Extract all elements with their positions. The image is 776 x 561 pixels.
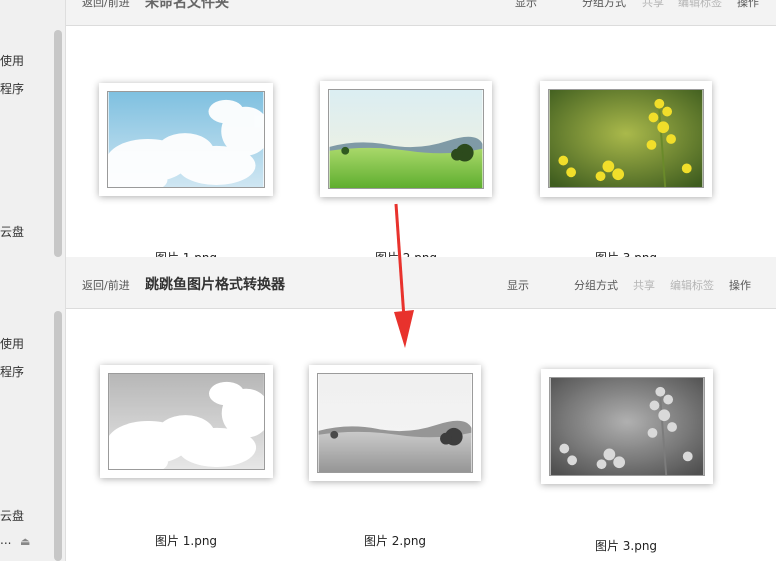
file-thumbnail[interactable] xyxy=(100,365,273,478)
sidebar-item-applications[interactable]: 使用 xyxy=(0,335,24,352)
arrow-head xyxy=(394,310,414,348)
sidebar-item-programs[interactable]: 程序 xyxy=(0,363,24,380)
sidebar-scrollbar[interactable] xyxy=(54,311,62,561)
group-by-button[interactable]: 分组方式 xyxy=(582,0,626,10)
share-button[interactable]: 共享 xyxy=(642,0,664,10)
back-forward-button[interactable]: 返回/前进 xyxy=(82,277,130,293)
file-thumbnail[interactable] xyxy=(99,83,273,196)
edit-tags-button[interactable]: 编辑标签 xyxy=(670,277,714,293)
eject-icon[interactable]: ⏏ xyxy=(20,535,30,548)
sidebar: 使用 程序 云盘 ... ⏏ xyxy=(0,257,66,561)
sidebar-item-programs[interactable]: 程序 xyxy=(0,80,24,97)
file-name[interactable]: 图片 3.png xyxy=(556,537,696,554)
file-thumbnail[interactable] xyxy=(309,365,481,481)
sidebar: 使用 程序 云盘 xyxy=(0,0,66,257)
arrow-shaft xyxy=(394,203,406,319)
edit-tags-button[interactable]: 编辑标签 xyxy=(678,0,722,10)
file-name[interactable]: 图片 2.png xyxy=(325,532,465,549)
file-thumbnail[interactable] xyxy=(320,81,492,197)
clouds-photo-grayscale xyxy=(108,373,265,470)
back-forward-button[interactable]: 返回/前进 xyxy=(82,0,130,10)
file-name[interactable]: 图片 1.png xyxy=(116,532,256,549)
file-thumbnail[interactable] xyxy=(541,369,713,484)
file-thumbnail[interactable] xyxy=(540,81,712,197)
down-arrow-annotation xyxy=(394,203,414,348)
sidebar-item-applications[interactable]: 使用 xyxy=(0,52,24,69)
flower-photo xyxy=(548,89,704,188)
window-title: 跳跳鱼图片格式转换器 xyxy=(145,277,285,293)
display-button[interactable]: 显示 xyxy=(507,277,529,293)
sidebar-item-cloud[interactable]: 云盘 xyxy=(0,223,24,240)
toolbar: 返回/前进 未命名文件夹 显示 分组方式 共享 编辑标签 操作 xyxy=(66,0,776,26)
clouds-photo xyxy=(107,91,265,188)
file-name[interactable]: 图片 1.png xyxy=(116,249,256,257)
flower-photo-grayscale xyxy=(549,377,705,476)
sidebar-item-more[interactable]: ... xyxy=(0,533,11,547)
group-by-button[interactable]: 分组方式 xyxy=(574,277,618,293)
share-button[interactable]: 共享 xyxy=(633,277,655,293)
action-button[interactable]: 操作 xyxy=(729,277,751,293)
display-button[interactable]: 显示 xyxy=(515,0,537,10)
file-name[interactable]: 图片 3.png xyxy=(556,249,696,257)
meadow-photo-grayscale xyxy=(317,373,473,473)
window-title: 未命名文件夹 xyxy=(145,0,229,11)
sidebar-scrollbar[interactable] xyxy=(54,30,62,257)
action-button[interactable]: 操作 xyxy=(737,0,759,10)
sidebar-item-cloud[interactable]: 云盘 xyxy=(0,507,24,524)
meadow-photo xyxy=(328,89,484,189)
